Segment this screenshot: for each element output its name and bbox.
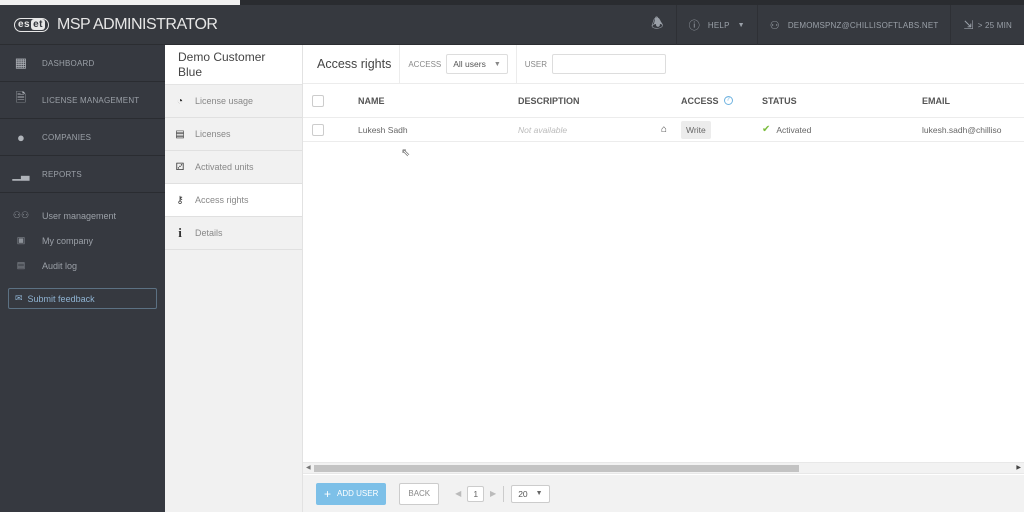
table-row[interactable]: Lukesh Sadh Not available ⌂ Write ✔ Acti… <box>303 118 1024 142</box>
sidebar-item-companies[interactable]: ● COMPANIES <box>0 119 165 156</box>
eset-logo-icon: es et <box>14 17 50 32</box>
user-email-cell: lukesh.sadh@chilliso <box>922 124 1002 135</box>
sidebar-item-audit-log[interactable]: ▤ Audit log <box>0 253 165 278</box>
users-table: NAME DESCRIPTION ACCESS ? STATUS EMAIL L… <box>303 84 1024 142</box>
sidebar-item-license-management[interactable]: 🗎 LICENSE MANAGEMENT <box>0 82 165 119</box>
next-page-icon[interactable]: ▶ <box>490 489 496 498</box>
globe-icon: ● <box>16 129 26 145</box>
question-circle-icon: ⓘ <box>688 20 700 32</box>
column-header-email[interactable]: EMAIL <box>922 96 1024 106</box>
per-page-select[interactable]: 20 ▼ <box>511 484 550 503</box>
divider <box>503 485 505 502</box>
clipboard-icon: ▤ <box>16 260 26 270</box>
page-number[interactable]: 1 <box>467 485 485 502</box>
key-icon: ⚷ <box>176 194 184 206</box>
logout-button[interactable]: ⇲ > 25 MIN <box>950 5 1024 45</box>
column-header-description[interactable]: DESCRIPTION <box>518 96 681 106</box>
page-title: Access rights <box>303 44 401 84</box>
user-name: Lukesh Sadh <box>358 124 408 135</box>
chevron-down-icon: ▼ <box>737 21 745 29</box>
user-filter-label: USER <box>524 59 548 69</box>
user-email: DEMOMSPNZ@CHILLISOFTLABS.NET <box>787 20 939 30</box>
row-checkbox[interactable] <box>312 123 324 136</box>
main-content: Access rights ACCESS All users ▼ USER NA… <box>303 44 1024 512</box>
help-menu[interactable]: ⓘ HELP ▼ <box>675 5 757 45</box>
app-header: es et MSP ADMINISTRATOR 🕭 ⓘ HELP ▼ ⚇ DEMO… <box>0 5 1024 45</box>
column-header-access[interactable]: ACCESS ? <box>681 96 762 106</box>
network-icon: ⚂ <box>175 161 185 173</box>
help-icon[interactable]: ? <box>723 96 733 105</box>
customer-panel: Demo Customer Blue ◔ License usage ▤ Lic… <box>165 45 303 512</box>
sidebar-item-my-company[interactable]: ▣ My company <box>0 228 165 253</box>
help-label: HELP <box>707 20 730 30</box>
customer-tab-details[interactable]: i Details <box>165 217 302 250</box>
check-icon: ✔ <box>762 124 771 135</box>
add-user-button[interactable]: + ADD USER <box>316 482 387 505</box>
back-button[interactable]: BACK <box>399 482 440 505</box>
user-status: Activated <box>776 124 812 135</box>
sidebar-item-user-management[interactable]: ⚇⚇ User management <box>0 203 165 228</box>
table-header: NAME DESCRIPTION ACCESS ? STATUS EMAIL <box>303 84 1024 118</box>
customer-tab-license-usage[interactable]: ◔ License usage <box>165 85 302 118</box>
sidebar-item-dashboard[interactable]: ▦ DASHBOARD <box>0 45 165 82</box>
table-footer: + ADD USER BACK ◀ 1 ▶ 20 ▼ <box>303 475 1024 512</box>
notifications-button[interactable]: 🕭 <box>639 5 676 45</box>
sidebar-item-reports[interactable]: ▁▃ REPORTS <box>0 156 165 193</box>
grid-icon: ▦ <box>14 55 28 70</box>
access-badge: Write <box>681 120 711 139</box>
mouse-cursor-icon: ⇖ <box>401 147 411 159</box>
user-description: Not available <box>518 124 568 135</box>
logo[interactable]: es et MSP ADMINISTRATOR <box>14 15 218 34</box>
user-filter-input[interactable] <box>552 54 667 74</box>
access-filter-label: ACCESS <box>408 59 442 69</box>
sidebar: ▦ DASHBOARD 🗎 LICENSE MANAGEMENT ● COMPA… <box>0 45 165 512</box>
plus-icon: + <box>324 486 332 501</box>
customer-tab-access-rights[interactable]: ⚷ Access rights <box>165 184 302 217</box>
access-filter-select[interactable]: All users ▼ <box>446 54 508 74</box>
submit-feedback-button[interactable]: ✉ Submit feedback <box>8 288 157 309</box>
info-icon: i <box>178 225 182 240</box>
app-title: MSP ADMINISTRATOR <box>57 15 218 33</box>
chevron-down-icon: ▼ <box>493 60 501 68</box>
user-menu[interactable]: ⚇ DEMOMSPNZ@CHILLISOFTLABS.NET <box>756 5 951 45</box>
column-header-name[interactable]: NAME <box>358 96 518 106</box>
bell-icon: 🕭 <box>650 15 664 31</box>
chart-icon: ▁▃ <box>12 168 30 181</box>
select-all-checkbox[interactable] <box>312 94 324 107</box>
customer-tab-licenses[interactable]: ▤ Licenses <box>165 118 302 151</box>
pagination: ◀ 1 ▶ <box>455 485 496 502</box>
session-timer: > 25 MIN <box>977 20 1012 30</box>
home-icon: ⌂ <box>661 124 668 135</box>
scroll-right-icon[interactable]: ▶ <box>1016 464 1021 471</box>
license-icon: 🗎 <box>15 90 27 105</box>
user-icon: ⚇ <box>769 19 780 32</box>
briefcase-icon: ▣ <box>16 235 26 245</box>
clock-icon: ◔ <box>176 95 184 107</box>
logout-icon: ⇲ <box>963 18 974 32</box>
customer-name: Demo Customer Blue <box>165 45 302 85</box>
users-icon: ⚇⚇ <box>12 210 30 220</box>
customer-tab-activated-units[interactable]: ⚂ Activated units <box>165 151 302 184</box>
envelope-icon: ✉ <box>15 293 23 303</box>
scroll-left-icon[interactable]: ◀ <box>306 464 311 471</box>
horizontal-scrollbar[interactable]: ◀ ▶ <box>303 462 1024 474</box>
scrollbar-thumb[interactable] <box>314 465 799 472</box>
chevron-down-icon: ▼ <box>535 490 543 497</box>
column-header-status[interactable]: STATUS <box>762 96 922 106</box>
license-icon: ▤ <box>175 128 185 140</box>
prev-page-icon[interactable]: ◀ <box>455 489 461 498</box>
filter-toolbar: Access rights ACCESS All users ▼ USER <box>303 44 1024 84</box>
